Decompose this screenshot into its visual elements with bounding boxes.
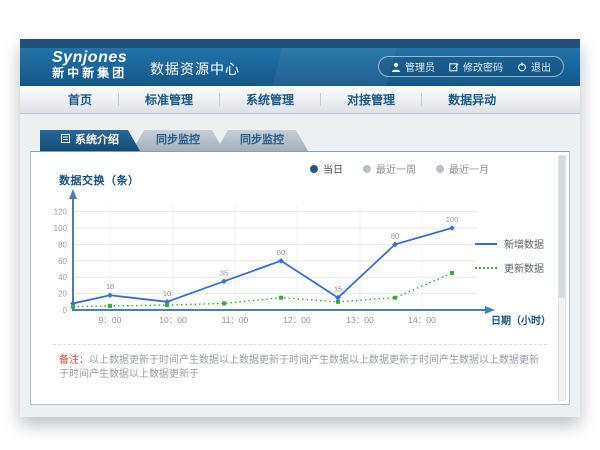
radio-dot-icon xyxy=(310,165,318,173)
radio-label: 最近一月 xyxy=(449,161,489,176)
page-card: Synjones 新中新集团 数据资源中心 管理员 修改密码 xyxy=(20,39,580,417)
svg-text:40: 40 xyxy=(58,273,67,282)
svg-text:18: 18 xyxy=(106,282,114,291)
top-accent-strip xyxy=(20,39,580,48)
svg-text:100: 100 xyxy=(54,224,68,233)
tab-sync-monitor-1[interactable]: 同步监控 xyxy=(132,130,224,151)
series-legend: 新增数据 更新数据 xyxy=(475,236,555,284)
legend-label: 更新数据 xyxy=(504,260,544,275)
logout-button[interactable]: 退出 xyxy=(517,59,551,74)
page-title: 数据资源中心 xyxy=(150,59,240,79)
legend-item-new-data: 新增数据 xyxy=(475,236,555,251)
logo-text-cn: 新中新集团 xyxy=(52,67,127,80)
nav-item-interface-mgmt[interactable]: 对接管理 xyxy=(321,91,421,108)
user-icon xyxy=(391,62,401,72)
svg-text:12：00: 12：00 xyxy=(283,315,311,325)
svg-text:15: 15 xyxy=(334,285,342,294)
logo-text-en: Synjones xyxy=(52,50,127,67)
svg-text:100: 100 xyxy=(446,215,459,224)
svg-text:60: 60 xyxy=(277,248,285,257)
nav-item-standard-mgmt[interactable]: 标准管理 xyxy=(119,91,219,108)
time-range-selector: 当日 最近一周 最近一月 xyxy=(310,161,489,176)
svg-text:9：00: 9：00 xyxy=(99,315,122,325)
power-icon xyxy=(517,62,527,72)
footnote: 备注：以上数据更新于时间产生数据以上数据更新于时间产生数据以上数据更新于时间产生… xyxy=(59,354,539,382)
svg-text:11：00: 11：00 xyxy=(222,315,249,325)
scrollbar-thumb[interactable] xyxy=(559,156,565,298)
radio-last-month[interactable]: 最近一月 xyxy=(436,161,489,176)
tab-sync-monitor-2[interactable]: 同步监控 xyxy=(216,130,308,151)
company-logo: Synjones 新中新集团 xyxy=(52,50,127,79)
user-name-label: 管理员 xyxy=(405,59,435,74)
tab-bar: 系统介绍 同步监控 同步监控 xyxy=(40,130,308,151)
tab-system-intro[interactable]: 系统介绍 xyxy=(40,130,140,151)
svg-text:60: 60 xyxy=(58,257,67,266)
svg-text:20: 20 xyxy=(58,290,67,299)
logout-label: 退出 xyxy=(531,59,551,74)
radio-last-week[interactable]: 最近一周 xyxy=(363,161,416,176)
svg-text:13：00: 13：00 xyxy=(346,315,374,325)
green-dotted-swatch-icon xyxy=(475,267,497,269)
panel-scrollbar[interactable] xyxy=(558,155,566,401)
chart-panel: 当日 最近一周 最近一月 数据交换（条） 0204060801001209：00… xyxy=(30,151,570,405)
dashed-divider xyxy=(53,344,547,345)
footnote-prefix: 备注： xyxy=(59,355,89,366)
svg-text:10: 10 xyxy=(163,289,171,298)
radio-label: 最近一周 xyxy=(376,161,416,176)
app-header: Synjones 新中新集团 数据资源中心 管理员 修改密码 xyxy=(20,48,580,86)
document-icon xyxy=(61,130,70,151)
blue-line-swatch-icon xyxy=(475,243,497,245)
legend-item-updated-data: 更新数据 xyxy=(475,260,555,275)
change-password-button[interactable]: 修改密码 xyxy=(449,59,503,74)
svg-text:0: 0 xyxy=(63,306,68,315)
svg-text:80: 80 xyxy=(58,240,67,249)
change-password-label: 修改密码 xyxy=(463,59,503,74)
nav-item-system-mgmt[interactable]: 系统管理 xyxy=(220,91,320,108)
svg-text:10：00: 10：00 xyxy=(159,315,187,325)
content-area: 系统介绍 同步监控 同步监控 当日 最近一周 xyxy=(20,114,580,417)
nav-item-home[interactable]: 首页 xyxy=(42,91,118,108)
current-user[interactable]: 管理员 xyxy=(391,59,435,74)
radio-label: 当日 xyxy=(323,161,343,176)
radio-dot-icon xyxy=(436,165,444,173)
svg-text:日期（小时）: 日期（小时） xyxy=(491,314,551,327)
radio-today[interactable]: 当日 xyxy=(310,161,343,176)
svg-text:14：00: 14：00 xyxy=(408,315,436,325)
footnote-text: 以上数据更新于时间产生数据以上数据更新于时间产生数据以上数据更新于时间产生数据以… xyxy=(59,355,539,380)
svg-text:80: 80 xyxy=(391,231,399,240)
tab-label: 系统介绍 xyxy=(75,130,119,151)
svg-text:35: 35 xyxy=(220,268,228,277)
nav-item-data-changes[interactable]: 数据异动 xyxy=(422,91,522,108)
edit-icon xyxy=(449,62,459,72)
main-nav: 首页 标准管理 系统管理 对接管理 数据异动 xyxy=(20,86,580,114)
legend-label: 新增数据 xyxy=(504,236,544,251)
svg-text:120: 120 xyxy=(54,208,68,217)
browser-canvas: Synjones 新中新集团 数据资源中心 管理员 修改密码 xyxy=(0,0,600,450)
radio-dot-icon xyxy=(363,165,371,173)
user-toolbar: 管理员 修改密码 退出 xyxy=(378,56,564,77)
